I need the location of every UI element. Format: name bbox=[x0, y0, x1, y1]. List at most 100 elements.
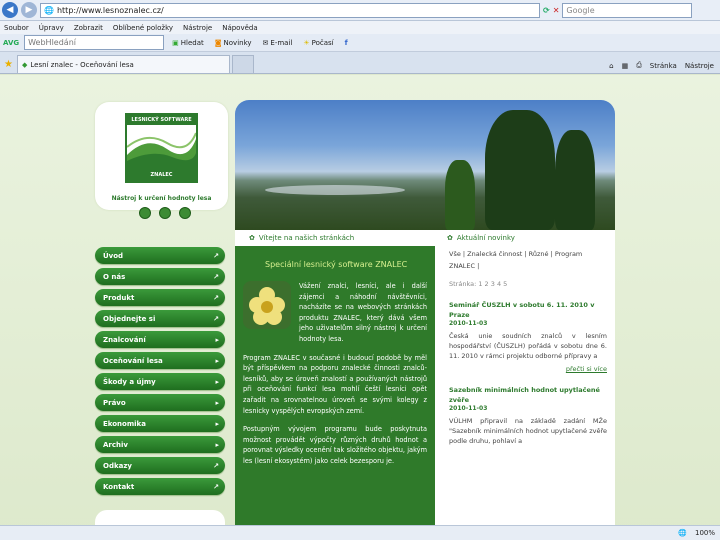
nav-objednejte[interactable]: Objednejte si ↗ bbox=[95, 310, 225, 327]
arrow-icon: ▸ bbox=[215, 440, 219, 449]
globe-icon: 🌐 bbox=[678, 529, 687, 537]
weather-label: Počasí bbox=[311, 38, 334, 47]
facebook-button[interactable]: f bbox=[342, 39, 351, 47]
mail-icon: ✉ bbox=[262, 38, 269, 47]
news-item-date: 2010-11-03 bbox=[449, 320, 488, 327]
refresh-icon[interactable]: ⟳ bbox=[543, 6, 550, 15]
arrow-icon: ▸ bbox=[215, 356, 219, 365]
nav-label: Objednejte si bbox=[103, 314, 156, 323]
read-more-link[interactable]: přečti si více bbox=[449, 365, 607, 373]
nav-skody[interactable]: Škody a újmy ▸ bbox=[95, 373, 225, 390]
news-item-title[interactable]: Sazebník minimálních hodnot upytlačené z… bbox=[449, 385, 607, 405]
main-nav: Úvod ↗ O nás ↗ Produkt ↗ Objednejte si ↗ Zna… bbox=[95, 247, 225, 499]
para-program: Program ZNALEC v současné i budoucí podo… bbox=[243, 353, 427, 415]
weather-button[interactable]: ☀ Počasí bbox=[300, 39, 336, 47]
news-title: Aktuální novinky bbox=[456, 234, 515, 242]
tagline: Nástroj k určení hodnoty lesa bbox=[111, 195, 212, 202]
stop-icon[interactable]: ✕ bbox=[553, 6, 560, 15]
news-filter[interactable]: Vše | Znalecká činnost | Různé | Program… bbox=[449, 248, 607, 272]
forward-button[interactable]: ▶ bbox=[21, 2, 37, 18]
forest-banner-image bbox=[235, 100, 615, 230]
nav-pravo[interactable]: Právo ▸ bbox=[95, 394, 225, 411]
news-bar: ✿ Aktuální novinky bbox=[441, 231, 615, 245]
arrow-icon: ↗ bbox=[213, 482, 219, 491]
menu-edit[interactable]: Úpravy bbox=[39, 24, 64, 32]
search-placeholder: Google bbox=[566, 5, 595, 15]
intro-row: Vážení znalci, lesníci, ale i další záje… bbox=[243, 281, 427, 345]
tab-bar: ★ ◆ Lesní znalec - Oceňování lesa ⌂ ▦ ⎙ … bbox=[0, 52, 720, 74]
news-button[interactable]: ◙ Novinky bbox=[212, 39, 255, 47]
page-menu[interactable]: Stránka bbox=[650, 62, 677, 70]
zoom-level[interactable]: 100% bbox=[695, 529, 715, 537]
tab-active[interactable]: ◆ Lesní znalec - Oceňování lesa bbox=[16, 55, 230, 73]
nav-archiv[interactable]: Archiv ▸ bbox=[95, 436, 225, 453]
intro-heading: Speciální lesnický software ZNALEC bbox=[265, 260, 408, 269]
pagination[interactable]: Stránka: 1 2 3 4 5 bbox=[449, 280, 607, 288]
menu-bar: Soubor Úpravy Zobrazit Oblíbené položky … bbox=[0, 21, 720, 34]
welcome-text: Vítejte na našich stránkách bbox=[258, 234, 355, 242]
email-button[interactable]: ✉ E-mail bbox=[260, 39, 296, 47]
search-box[interactable]: Google bbox=[562, 2, 693, 18]
banner-tree bbox=[485, 110, 555, 230]
command-bar: ⌂ ▦ ⎙ Stránka Nástroje bbox=[609, 61, 720, 73]
nav-label: Znalcování bbox=[103, 335, 146, 344]
nav-label: Oceňování lesa bbox=[103, 356, 163, 365]
banner-snow bbox=[265, 185, 405, 195]
nav-ekonomika[interactable]: Ekonomika ▸ bbox=[95, 415, 225, 432]
nav-label: Archiv bbox=[103, 440, 128, 449]
logo-bottom-text: ZNALEC bbox=[127, 169, 196, 181]
menu-help[interactable]: Nápověda bbox=[222, 24, 257, 32]
new-tab-button[interactable] bbox=[231, 55, 254, 73]
arrow-icon: ↗ bbox=[213, 461, 219, 470]
banner-tree bbox=[555, 130, 595, 230]
logo-panel: LESNICKÝ SOFTWARE ZNALEC Nástroj k určen… bbox=[95, 102, 228, 219]
arrow-icon: ↗ bbox=[213, 251, 219, 260]
arrow-icon: ▸ bbox=[215, 419, 219, 428]
menu-favorites[interactable]: Oblíbené položky bbox=[113, 24, 173, 32]
page-icon: 🌐 bbox=[44, 5, 54, 15]
menu-view[interactable]: Zobrazit bbox=[74, 24, 103, 32]
avg-logo-icon: AVG bbox=[3, 38, 20, 47]
news-column: Vše | Znalecká činnost | Různé | Program… bbox=[441, 246, 615, 540]
arrow-icon: ▸ bbox=[215, 335, 219, 344]
weather-icon: ☀ bbox=[303, 38, 310, 47]
url-field[interactable]: 🌐 http://www.lesnoznalec.cz/ bbox=[40, 2, 540, 18]
print-icon[interactable]: ⎙ bbox=[636, 61, 642, 70]
znalec-logo: LESNICKÝ SOFTWARE ZNALEC bbox=[125, 113, 198, 183]
menu-tools[interactable]: Nástroje bbox=[183, 24, 212, 32]
nav-ocenovani[interactable]: Oceňování lesa ▸ bbox=[95, 352, 225, 369]
intro-section: Speciální lesnický software ZNALEC Vážen… bbox=[235, 246, 435, 540]
welcome-bar: ✿ Vítejte na našich stránkách bbox=[243, 231, 395, 245]
menu-file[interactable]: Soubor bbox=[4, 24, 29, 32]
status-bar: 🌐 100% bbox=[0, 525, 720, 540]
nav-label: Právo bbox=[103, 398, 126, 407]
tab-title: Lesní znalec - Oceňování lesa bbox=[30, 60, 134, 69]
nav-label: Kontakt bbox=[103, 482, 135, 491]
quick-tools bbox=[139, 207, 191, 219]
nav-o-nas[interactable]: O nás ↗ bbox=[95, 268, 225, 285]
arrow-icon: ▸ bbox=[215, 398, 219, 407]
nav-uvod[interactable]: Úvod ↗ bbox=[95, 247, 225, 264]
nav-znalcovani[interactable]: Znalcování ▸ bbox=[95, 331, 225, 348]
feeds-icon[interactable]: ▦ bbox=[622, 62, 629, 70]
back-button[interactable]: ◀ bbox=[2, 2, 18, 18]
favorites-star-icon[interactable]: ★ bbox=[4, 59, 13, 70]
email-site-icon[interactable] bbox=[179, 207, 191, 219]
url-text: http://www.lesnoznalec.cz/ bbox=[56, 5, 164, 15]
avg-search-input[interactable]: WebHledání bbox=[24, 35, 165, 50]
search-site-icon[interactable] bbox=[159, 207, 171, 219]
find-label: Hledat bbox=[180, 38, 204, 47]
news-item-title[interactable]: Seminář ČUSZLH v sobotu 6. 11. 2010 v Pr… bbox=[449, 300, 607, 320]
nav-odkazy[interactable]: Odkazy ↗ bbox=[95, 457, 225, 474]
leaf-icon: ✿ bbox=[447, 234, 453, 242]
print-page-icon[interactable] bbox=[139, 207, 151, 219]
tools-menu[interactable]: Nástroje bbox=[685, 62, 714, 70]
rss-icon: ◙ bbox=[214, 38, 222, 47]
nav-kontakt[interactable]: Kontakt ↗ bbox=[95, 478, 225, 495]
para-development: Postupným vývojem programu bude poskytnu… bbox=[243, 425, 427, 465]
nav-produkt[interactable]: Produkt ↗ bbox=[95, 289, 225, 306]
email-label: E-mail bbox=[270, 38, 293, 47]
nav-label: Škody a újmy bbox=[103, 377, 156, 386]
find-button[interactable]: ▣ Hledat bbox=[169, 39, 207, 47]
home-icon[interactable]: ⌂ bbox=[609, 62, 613, 70]
